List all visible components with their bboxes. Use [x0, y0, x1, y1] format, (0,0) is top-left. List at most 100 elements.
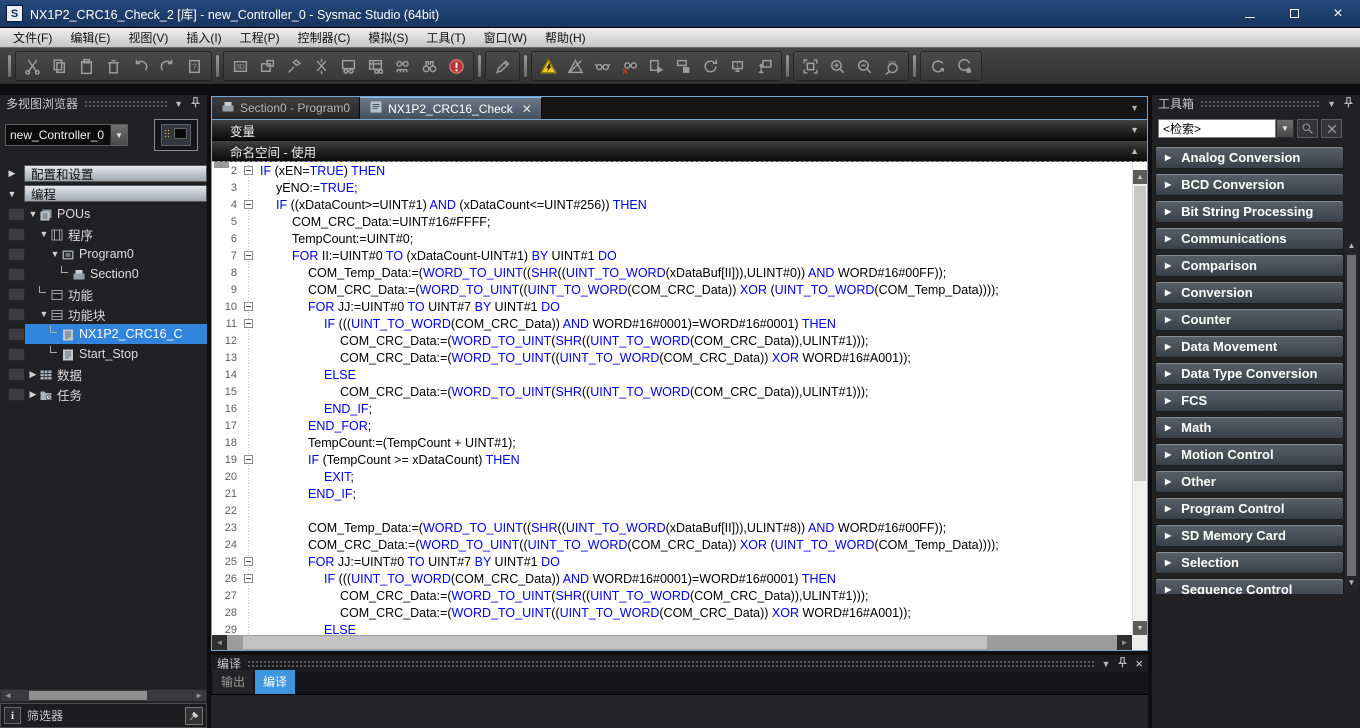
window-layout-icon[interactable]	[254, 53, 281, 79]
toolbox-category-analog-conversion[interactable]: ▶Analog Conversion	[1155, 146, 1344, 169]
zoom-fit-icon[interactable]	[797, 53, 824, 79]
code-line[interactable]: 3yENO:=TRUE;	[212, 179, 1132, 196]
scroll-right-icon[interactable]: ►	[1117, 635, 1132, 650]
fold-column[interactable]	[242, 319, 255, 328]
toolbox-category-bcd-conversion[interactable]: ▶BCD Conversion	[1155, 173, 1344, 196]
chevron-down-icon[interactable]: ▼	[38, 229, 50, 239]
monitor-glasses-icon[interactable]	[589, 53, 616, 79]
zoom-out-icon[interactable]	[851, 53, 878, 79]
menu-item[interactable]: 文件(F)	[4, 27, 61, 48]
section-split-icon[interactable]	[308, 53, 335, 79]
toolbox-category-data-type-conversion[interactable]: ▶Data Type Conversion	[1155, 362, 1344, 385]
editor-tab-section0-program0[interactable]: Section0 - Program0	[212, 97, 360, 119]
fold-collapse-icon[interactable]	[244, 557, 253, 566]
io-map-icon[interactable]	[389, 53, 416, 79]
code-line[interactable]: 21END_IF;	[212, 485, 1132, 502]
chevron-down-icon[interactable]: ▼	[174, 99, 183, 109]
fold-column[interactable]	[242, 557, 255, 566]
code-line[interactable]: 11IF (((UINT_TO_WORD(COM_CRC_Data)) AND …	[212, 315, 1132, 332]
menu-item[interactable]: 工程(P)	[231, 27, 289, 48]
code-line[interactable]: 13COM_CRC_Data:=(WORD_TO_UINT((UINT_TO_W…	[212, 349, 1132, 366]
code-line[interactable]: 12COM_CRC_Data:=(WORD_TO_UINT(SHR((UINT_…	[212, 332, 1132, 349]
toolbox-category-communications[interactable]: ▶Communications	[1155, 227, 1344, 250]
tree-item-start-stop[interactable]: Start_Stop	[0, 344, 207, 364]
controller-select[interactable]: new_Controller_0 ▼	[5, 124, 128, 146]
pin-icon[interactable]	[1342, 96, 1355, 112]
code-line[interactable]: 22	[212, 502, 1132, 519]
header-grip[interactable]	[1200, 100, 1321, 108]
scroll-left-icon[interactable]: ◄	[1, 691, 15, 700]
search-input[interactable]	[1158, 119, 1276, 138]
tree-section-programming[interactable]: ▼编程	[0, 184, 207, 203]
scroll-down-icon[interactable]: ▼	[1133, 621, 1147, 635]
toolbar-grip[interactable]	[8, 55, 11, 77]
tree-item-section0[interactable]: Section0	[0, 264, 207, 284]
code-line[interactable]: 5COM_CRC_Data:=UINT#16#FFFF;	[212, 213, 1132, 230]
code-line[interactable]: 16END_IF;	[212, 400, 1132, 417]
code-line[interactable]: 24COM_CRC_Data:=(WORD_TO_UINT((UINT_TO_W…	[212, 536, 1132, 553]
error-list-icon[interactable]	[443, 53, 470, 79]
toolbox-category-bit-string-processing[interactable]: ▶Bit String Processing	[1155, 200, 1344, 223]
toolbar-grip[interactable]	[478, 55, 481, 77]
chevron-right-icon[interactable]: ▶	[0, 168, 24, 179]
monitor-stop-icon[interactable]	[616, 53, 643, 79]
tree-item-body[interactable]: ▼Program0	[25, 244, 207, 264]
code-line[interactable]: 23COM_Temp_Data:=(WORD_TO_UINT((SHR((UIN…	[212, 519, 1132, 536]
scroll-right-icon[interactable]: ►	[192, 691, 206, 700]
toolbox-category-data-movement[interactable]: ▶Data Movement	[1155, 335, 1344, 358]
tree-item--[interactable]: 功能	[0, 284, 207, 304]
panel-tab-编译[interactable]: 编译	[255, 670, 295, 694]
code-line[interactable]: 18TempCount:=(TempCount + UINT#1);	[212, 434, 1132, 451]
variables-bar[interactable]: 变量 ▼	[212, 120, 1147, 141]
chevron-up-icon[interactable]: ▲	[1130, 146, 1139, 156]
scroll-thumb[interactable]	[29, 691, 147, 700]
rebuild-warning-icon[interactable]	[535, 53, 562, 79]
close-icon[interactable]: ×	[1135, 657, 1143, 670]
tree-item-body[interactable]: Section0	[25, 264, 207, 284]
scroll-thumb[interactable]	[243, 636, 987, 649]
code-line[interactable]: 20EXIT;	[212, 468, 1132, 485]
scroll-down-icon[interactable]: ▼	[1348, 578, 1356, 590]
st-code-editor[interactable]: 2IF (xEN=TRUE) THEN3yENO:=TRUE;4IF ((xDa…	[212, 162, 1147, 635]
tree-item-body[interactable]: Start_Stop	[25, 344, 207, 364]
toolbox-category-comparison[interactable]: ▶Comparison	[1155, 254, 1344, 277]
chevron-right-icon[interactable]: ▶	[27, 369, 39, 380]
fold-collapse-icon[interactable]	[244, 574, 253, 583]
copy-icon[interactable]	[46, 53, 73, 79]
tree-item-body[interactable]: 功能	[25, 284, 207, 304]
tree-item-body[interactable]: ▼程序	[25, 224, 207, 244]
close-tab-icon[interactable]: ✕	[522, 102, 532, 116]
chevron-down-icon[interactable]: ▼	[49, 249, 61, 259]
header-grip[interactable]	[84, 100, 168, 108]
tree-item-body[interactable]: ▼功能块	[25, 304, 207, 324]
toolbox-category-fcs[interactable]: ▶FCS	[1155, 389, 1344, 412]
help-search-icon[interactable]: ?	[181, 53, 208, 79]
editor-h-scrollbar[interactable]: ◄ ►	[212, 635, 1147, 650]
code-line[interactable]: 26IF (((UINT_TO_WORD(COM_CRC_Data)) AND …	[212, 570, 1132, 587]
pin-icon[interactable]	[1116, 656, 1129, 672]
tree-section-config[interactable]: ▶配置和设置	[0, 164, 207, 183]
fold-collapse-icon[interactable]	[244, 200, 253, 209]
toolbox-category-conversion[interactable]: ▶Conversion	[1155, 281, 1344, 304]
search-binoculars-icon[interactable]	[416, 53, 443, 79]
toolbox-category-sequence-control[interactable]: ▶Sequence Control	[1155, 578, 1344, 594]
code-line[interactable]: 28COM_CRC_Data:=(WORD_TO_UINT((UINT_TO_W…	[212, 604, 1132, 621]
fold-collapse-icon[interactable]	[244, 166, 253, 175]
toolbar-grip[interactable]	[913, 55, 916, 77]
zoom-in-icon[interactable]	[824, 53, 851, 79]
fold-collapse-icon[interactable]	[244, 251, 253, 260]
menu-item[interactable]: 工具(T)	[417, 27, 474, 48]
zoom-100-icon[interactable]: 100	[878, 53, 905, 79]
scroll-up-icon[interactable]: ▲	[1348, 241, 1356, 253]
editor-tab-nx1p2-crc16-check[interactable]: NX1P2_CRC16_Check✕	[360, 97, 542, 119]
tree-item--[interactable]: ▶数据	[0, 364, 207, 384]
paste-icon[interactable]	[73, 53, 100, 79]
toolbox-scrollbar[interactable]: ▲ ▼	[1345, 241, 1358, 590]
menu-item[interactable]: 控制器(C)	[289, 27, 360, 48]
chevron-down-icon[interactable]: ▼	[38, 309, 50, 319]
scroll-left-icon[interactable]: ◄	[212, 635, 227, 650]
sync-transfer-to-icon[interactable]	[924, 53, 951, 79]
tree-item-body[interactable]: ▶数据	[25, 364, 207, 384]
simulation-run-icon[interactable]	[643, 53, 670, 79]
clear-search-icon[interactable]	[1321, 119, 1342, 138]
